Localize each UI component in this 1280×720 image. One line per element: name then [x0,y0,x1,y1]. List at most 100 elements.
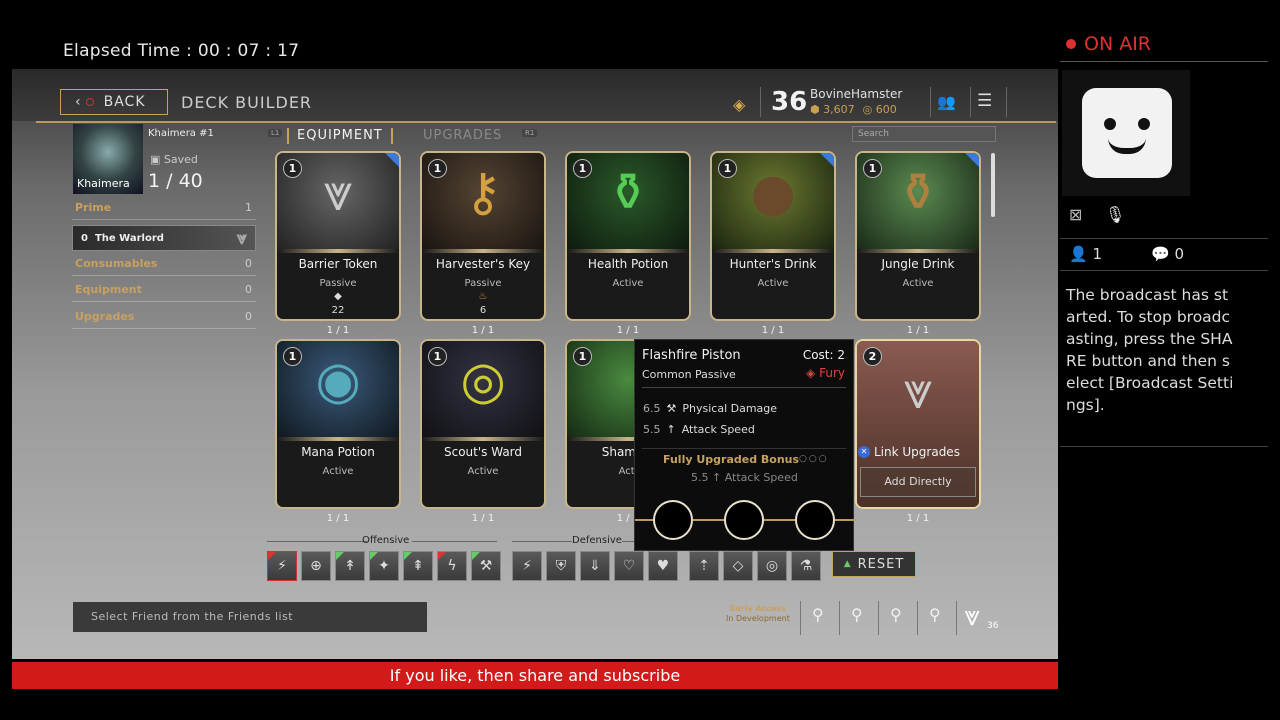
category-prime[interactable]: Prime 1 [72,196,256,220]
friends-icon[interactable]: 👥 [937,93,956,111]
filter-health-icon[interactable]: ♥ [648,551,678,581]
arrow-up-icon: ↑ [712,471,722,484]
game-area: ‹ BACK DECK BUILDER ◈ 36 BovineHamster ⬢… [12,69,1058,659]
card-mana-potion[interactable]: ◉ 1 Mana Potion Active [275,339,401,509]
filter-health-regen-icon[interactable]: ♡ [614,551,644,581]
username: BovineHamster [810,87,903,101]
upgrade-slot[interactable] [724,500,764,540]
flame-stat-icon: ♨ [478,291,488,302]
coin-icon: ◎ [862,103,873,116]
card-scouts-ward[interactable]: ◎ 1 Scout's Ward Active [420,339,546,509]
comment-count: 💬 0 [1151,245,1185,263]
card-quantity: 1 / 1 [616,325,640,336]
save-icon: ▣ [150,153,161,166]
card-tooltip: Flashfire Piston Cost: 2 Common Passive … [634,339,855,551]
filter-lifesteal-icon[interactable]: ✦ [369,551,399,581]
elapsed-time: Elapsed Time : 00 : 07 : 17 [63,41,300,61]
paragon-crest-icon: ⩔ [903,361,933,421]
filter-physical-icon[interactable]: ⚒ [471,551,501,581]
hex-coin-icon: ⬢ [810,103,820,116]
scrollbar[interactable] [991,153,995,217]
l1-hint: L1 [268,129,283,137]
chevron-left-icon: ‹ [75,94,82,110]
deck-name: Khaimera #1 [148,128,214,139]
hero-portrait[interactable]: Khaimera [73,124,143,194]
party-slot-add-icon[interactable]: ⚲ [890,605,902,624]
card-quantity: 1 / 1 [326,513,350,524]
search-input[interactable]: Search [852,126,996,142]
filter-crit-icon[interactable]: ⊕ [301,551,331,581]
cross-button-icon: ✕ [858,446,870,458]
coin-currency: ◎ 600 [862,103,897,116]
deck-card-count: 1 / 40 [148,170,203,192]
link-upgrades-button[interactable]: ✕ Link Upgrades [858,445,960,459]
category-upgrades[interactable]: Upgrades 0 [72,305,256,329]
circle-button-icon [85,98,94,106]
level-diamond-icon: ◈ [733,95,746,114]
stat-physical-damage: 6.5 ⚒ Physical Damage [643,402,778,415]
upgraded-bonus-title: Fully Upgraded Bonus [663,453,800,466]
filter-pen-icon[interactable]: ⇞ [403,551,433,581]
bonus-stat: 5.5 ↑ Attack Speed [691,471,798,484]
speech-bubble-icon: 💬 [1151,245,1170,263]
card-quantity: 1 / 1 [471,513,495,524]
add-directly-button[interactable]: Add Directly [860,467,976,497]
tooltip-rarity: Common Passive [642,368,736,381]
early-access-badge: Early Access In Development [726,604,790,623]
currencies: ⬢ 3,607 ◎ 600 [810,103,897,116]
tooltip-affinity: ◈ Fury [806,366,845,380]
filter-movement-icon[interactable]: ◎ [757,551,787,581]
camera-off-icon: ⊠ [1069,205,1083,224]
card-harvesters-key[interactable]: ⚷ 1 Harvester's Key Passive ♨ 6 [420,151,546,321]
back-button[interactable]: ‹ BACK [60,89,168,115]
filter-mana-icon[interactable]: ◇ [723,551,753,581]
card-jungle-drink[interactable]: ⚱ 1 Jungle Drink Active [855,151,981,321]
card-quantity: 1 / 1 [906,513,930,524]
page-title: DECK BUILDER [181,93,313,112]
arrow-up-icon: ↑ [666,423,676,436]
hero-name: Khaimera [77,177,130,190]
viewer-count: 👤 1 [1069,245,1103,263]
filter-tenacity-icon[interactable]: ⇓ [580,551,610,581]
category-consumables[interactable]: Consumables 0 [72,252,256,276]
card-health-potion[interactable]: ⚱ 1 Health Potion Active [565,151,691,321]
upgrade-slot[interactable] [653,500,693,540]
menu-list-icon[interactable]: ☰ [977,91,992,111]
tab-equipment[interactable]: EQUIPMENT [287,128,393,144]
paragon-crest-icon: ⩔ [236,227,247,249]
subscribe-banner: If you like, then share and subscribe [12,662,1058,689]
axe-icon: ⚒ [666,402,677,415]
filter-consumable-icon[interactable]: ⚗ [791,551,821,581]
reset-button[interactable]: ▲ RESET [832,551,916,577]
card-barrier-token[interactable]: ⩔ 1 Barrier Token Passive ◆ 22 [275,151,401,321]
stat-attack-speed: 5.5 ↑ Attack Speed [643,423,755,436]
party-slot-add-icon[interactable]: ⚲ [929,605,941,624]
triangle-button-icon: ▲ [843,559,852,569]
card-quantity: 1 / 1 [761,325,785,336]
tooltip-cost: Cost: 2 [802,348,845,362]
prime-card-the-warlord[interactable]: 0 The Warlord ⩔ [72,225,256,251]
avatar-face-icon [1082,88,1172,178]
filter-energy-armor-icon[interactable]: ⚡ [512,551,542,581]
filter-energy-icon[interactable]: ⚡ [267,551,297,581]
card-hunters-drink[interactable]: ● 1 Hunter's Drink Active [710,151,836,321]
filter-cooldown-icon[interactable]: ⇡ [689,551,719,581]
defensive-filter-label: Defensive [572,535,622,546]
party-slot-add-icon[interactable]: ⚲ [851,605,863,624]
card-quantity: 1 / 1 [326,325,350,336]
filter-physical-armor-icon[interactable]: ⛨ [546,551,576,581]
microphone-icon: 🎙 [1105,205,1126,224]
friend-select-input[interactable]: Select Friend from the Friends list [73,602,427,632]
fury-icon: ◈ [806,366,816,380]
live-dot-icon [1066,39,1076,49]
crest-level: 36 [987,621,999,631]
person-icon: 👤 [1069,245,1088,263]
party-slot-add-icon[interactable]: ⚲ [812,605,824,624]
tab-upgrades[interactable]: UPGRADES [423,128,502,143]
screen: Elapsed Time : 00 : 07 : 17 ‹ BACK DECK … [0,0,1280,720]
r1-hint: R1 [522,129,538,137]
filter-attack-speed-icon[interactable]: ↟ [335,551,365,581]
filter-energy-pen-icon[interactable]: ϟ [437,551,467,581]
category-equipment[interactable]: Equipment 0 [72,278,256,302]
upgrade-slot[interactable] [795,500,835,540]
